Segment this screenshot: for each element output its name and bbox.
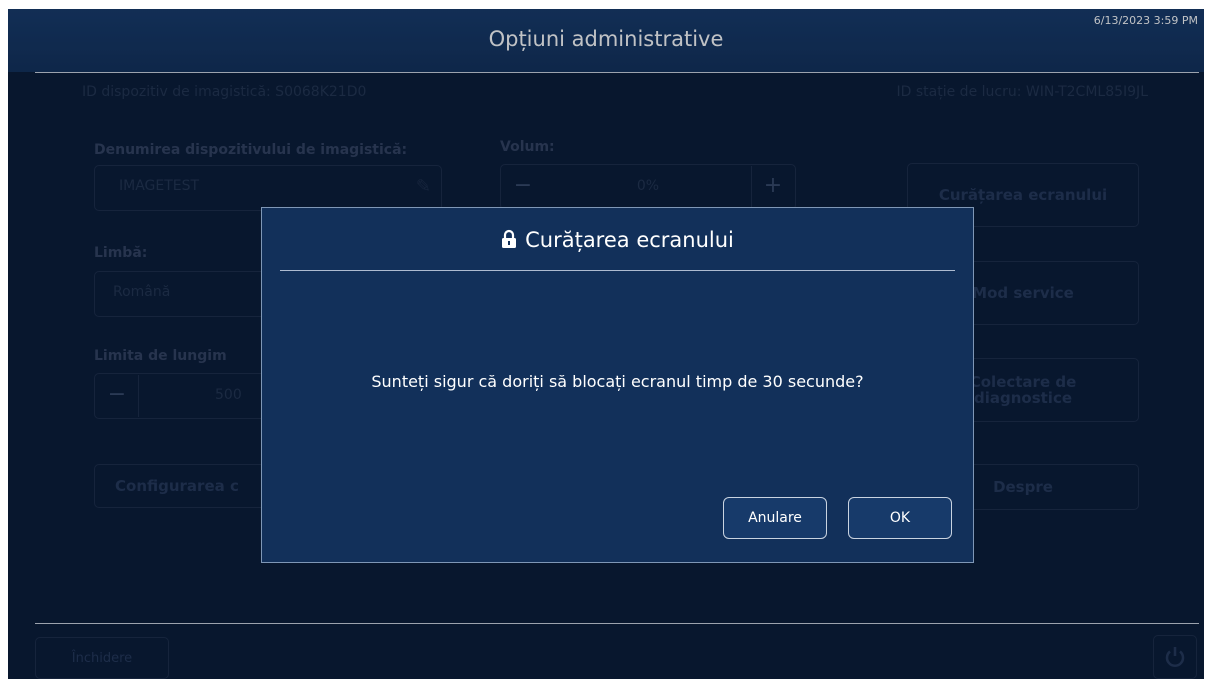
confirm-dialog: Curățarea ecranului Sunteți sigur că dor… xyxy=(261,207,974,563)
dialog-message: Sunteți sigur că doriți să blocați ecran… xyxy=(371,372,864,391)
cancel-button[interactable]: Anulare xyxy=(723,497,827,539)
dialog-title: Curățarea ecranului xyxy=(525,228,734,252)
dialog-divider xyxy=(280,270,955,271)
lock-icon xyxy=(502,229,517,248)
admin-options-screen: Opțiuni administrative 6/13/2023 3:59 PM… xyxy=(8,9,1204,679)
dialog-title-row: Curățarea ecranului xyxy=(262,228,973,252)
ok-button[interactable]: OK xyxy=(848,497,952,539)
